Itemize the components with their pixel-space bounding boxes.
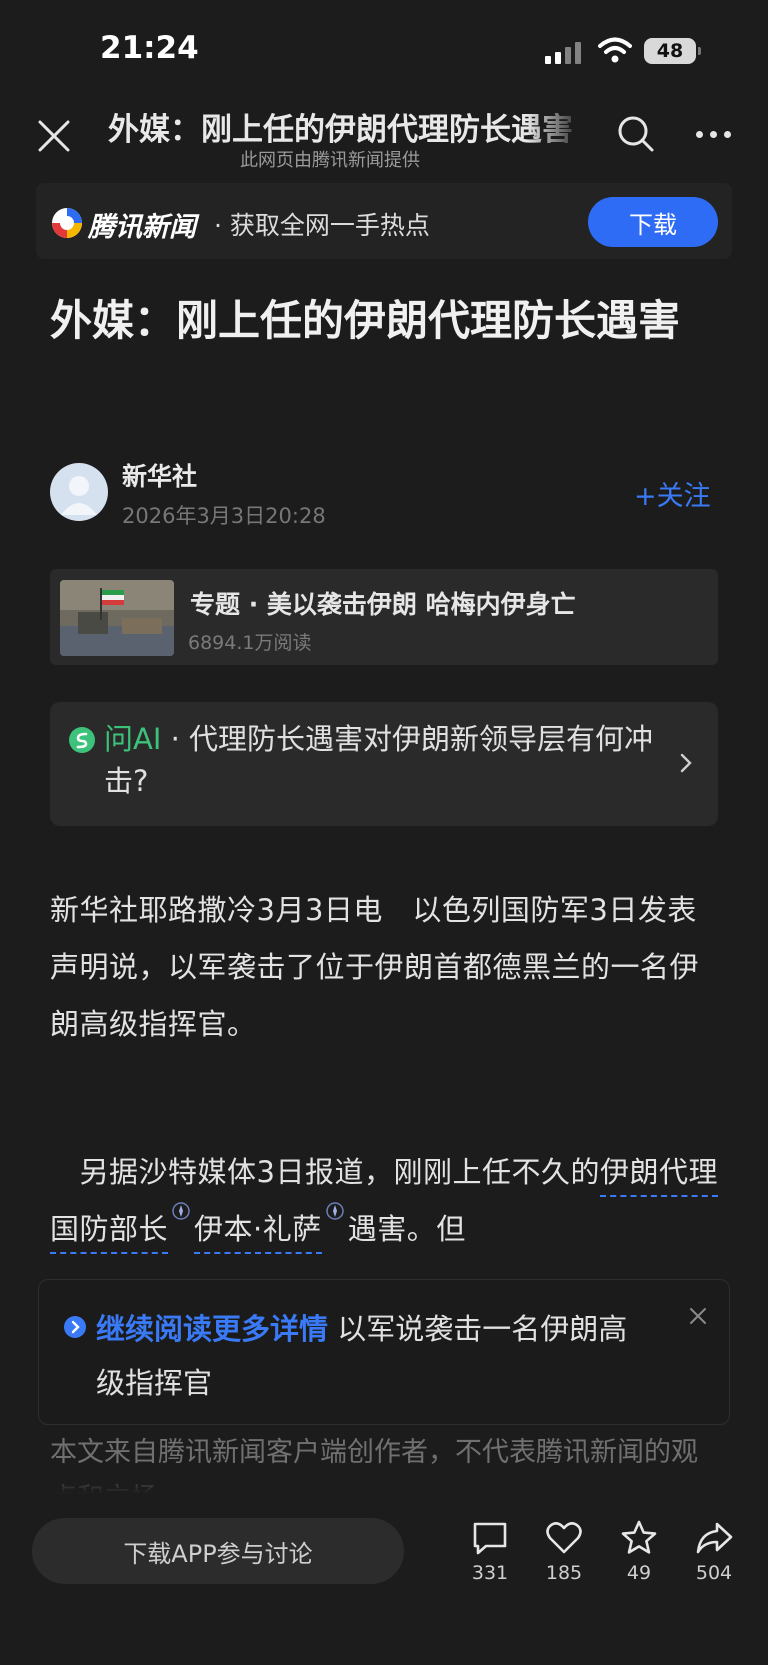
continue-reading-text[interactable]: 继续阅读更多详情 以军说袭击一名伊朗高级指挥官 [96,1302,656,1410]
more-options-icon[interactable] [694,124,734,144]
tencent-news-logo-text: 腾讯新闻 [88,212,196,243]
topic-read-count: 6894.1万阅读 [188,632,312,654]
close-card-icon[interactable] [688,1306,708,1326]
download-discuss-button[interactable]: 下载APP参与讨论 [32,1518,404,1584]
entity-sparkle-icon [325,1202,344,1220]
entity-sparkle-icon [172,1202,190,1220]
ask-ai-label: 问AI [104,722,162,756]
share-icon [696,1522,733,1554]
publish-date: 2026年3月3日20:28 [122,504,326,528]
ai-icon [69,727,95,753]
topic-title: 专题 · 美以袭击伊朗 哈梅内伊身亡 [190,590,576,619]
follow-button[interactable]: +关注 [634,474,711,513]
favorite-button[interactable]: 49 [607,1518,671,1584]
share-button[interactable]: 504 [682,1518,746,1584]
article-paragraph-2: 另据沙特媒体3日报道，刚刚上任不久的伊朗代理国防部长 伊本·礼萨 遇害。但 [50,1144,720,1258]
paragraph-2-tail: 遇害。但 [347,1212,466,1246]
favorite-count: 49 [626,1562,652,1584]
wifi-icon [598,37,632,63]
heart-icon [546,1522,582,1554]
close-icon[interactable] [34,116,74,156]
article-paragraph-1: 新华社耶路撒冷3月3日电 以色列国防军3日发表声明说，以军袭击了位于伊朗首都德黑… [50,893,700,1041]
banner-slogan: · 获取全网一手热点 [214,211,430,240]
share-count: 504 [695,1562,733,1584]
nav-title: 外媒：刚上任的伊朗代理防长遇害 [108,112,573,148]
comment-button[interactable]: 331 [458,1518,522,1584]
status-time: 21:24 [100,30,199,66]
star-icon [621,1520,657,1554]
chevron-right-icon [680,753,692,773]
entity-link-ibn-reza[interactable]: 伊本·礼萨 [194,1212,322,1254]
avatar-person-icon [61,476,97,515]
like-count: 185 [545,1562,583,1584]
topic-thumbnail [60,580,174,656]
tencent-news-logo-icon [52,208,82,238]
battery-icon: 48 [644,38,701,64]
search-icon[interactable] [616,114,656,154]
disclaimer-text: 本文来自腾讯新闻客户端创作者，不代表腾讯新闻的观点和立场 [50,1437,698,1494]
author-name[interactable]: 新华社 [122,457,197,493]
author-avatar[interactable] [50,463,108,521]
nav-source-note: 此网页由腾讯新闻提供 [240,150,420,171]
cellular-signal-icon [545,42,583,64]
paragraph-2-lead: 另据沙特媒体3日报道，刚刚上任不久的 [50,1155,600,1189]
continue-reading-link[interactable]: 继续阅读更多详情 [96,1312,328,1346]
like-button[interactable]: 185 [532,1518,596,1584]
ask-ai-question: · 代理防长遇害对伊朗新领导层有何冲击? [104,722,654,798]
download-button[interactable]: 下载 [588,197,718,247]
comment-count: 331 [471,1562,509,1584]
ask-ai-text: 问AI · 代理防长遇害对伊朗新领导层有何冲击? [104,718,664,802]
article-headline: 外媒：刚上任的伊朗代理防长遇害 [50,296,681,345]
comment-icon [473,1522,507,1555]
continue-arrow-icon [64,1316,86,1338]
